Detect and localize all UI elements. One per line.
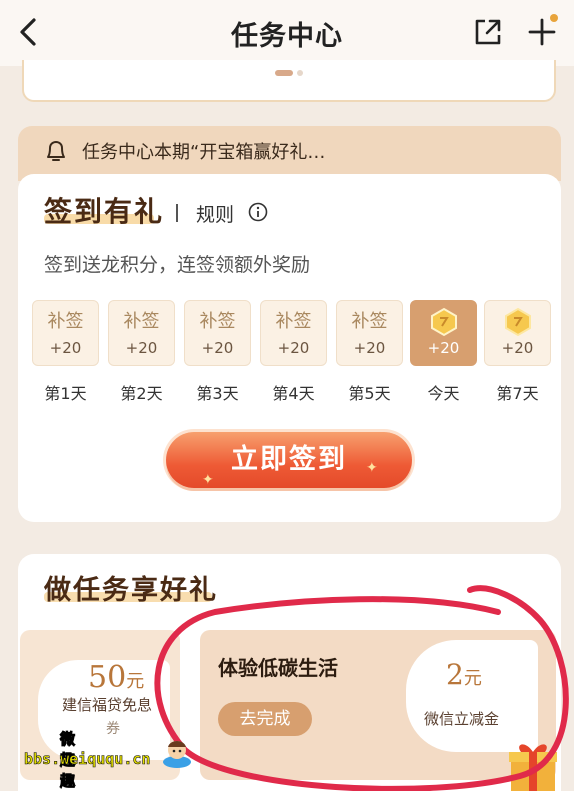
- day-points: +20: [125, 339, 158, 357]
- sign-in-subtitle: 签到送龙积分，连签领额外奖励: [44, 254, 311, 276]
- day-points: +20: [501, 339, 534, 357]
- task-item[interactable]: 体验低碳生活 去完成: [200, 630, 556, 780]
- makeup-label: 补签: [351, 311, 388, 332]
- title-divider: [176, 204, 178, 222]
- notice-text: 任务中心本期“开宝箱赢好礼…: [82, 142, 326, 163]
- day-tile[interactable]: 补签 +20: [184, 300, 251, 366]
- day-points: +20: [427, 339, 460, 357]
- sparkle-icon: ✦: [366, 460, 380, 476]
- carousel-dot: [297, 70, 303, 76]
- header-bar: 任务中心: [0, 0, 574, 66]
- sign-in-button-label: 立即签到: [231, 444, 347, 475]
- day-tile[interactable]: 补签 +20: [32, 300, 99, 366]
- day-name-today: 今天: [427, 384, 460, 403]
- day-tile-today[interactable]: +20: [410, 300, 477, 366]
- coin-icon: [431, 307, 457, 337]
- day-tile[interactable]: 补签 +20: [260, 300, 327, 366]
- day-name: 第7天: [496, 384, 539, 403]
- tasks-title: 做任务享好礼: [44, 575, 218, 606]
- go-complete-button[interactable]: 去完成: [218, 702, 312, 736]
- coupon-amount: 50元: [88, 660, 145, 695]
- day-name: 第5天: [348, 384, 391, 403]
- coupon-desc-2: 券: [106, 721, 120, 737]
- sign-in-button[interactable]: ✦ 立即签到 ✦: [166, 432, 412, 488]
- watermark-url: bbs.weiququ.cn: [24, 750, 151, 769]
- makeup-label: 补签: [199, 311, 236, 332]
- makeup-label: 补签: [47, 311, 84, 332]
- carousel-dot-active: [275, 70, 293, 76]
- day-tile[interactable]: 补签 +20: [108, 300, 175, 366]
- coupon-desc: 建信福贷免息: [62, 696, 153, 714]
- sign-in-title: 签到有礼: [44, 195, 165, 228]
- makeup-label: 补签: [123, 311, 160, 332]
- notification-dot: [550, 14, 558, 22]
- coupon-desc: 微信立减金: [424, 710, 500, 728]
- mascot-icon: [163, 741, 191, 768]
- gift-box-icon: [509, 744, 557, 791]
- day-name: 第4天: [272, 384, 315, 403]
- info-icon[interactable]: [248, 202, 268, 222]
- sign-in-card: 签到有礼 规则 签到送龙积分，连签领额外奖励 补签 +20 补签 +20 补签 …: [18, 174, 561, 522]
- coupon-amount: 2元: [446, 658, 482, 691]
- banner-card[interactable]: [22, 60, 556, 102]
- share-icon[interactable]: [472, 16, 504, 48]
- day-points: +20: [353, 339, 386, 357]
- task-title: 体验低碳生活: [218, 656, 338, 680]
- coin-icon: [505, 307, 531, 337]
- rules-link[interactable]: 规则: [196, 200, 234, 227]
- day-name: 第3天: [196, 384, 239, 403]
- day-points: +20: [201, 339, 234, 357]
- day-name: 第2天: [120, 384, 163, 403]
- day-tile[interactable]: 补签 +20: [336, 300, 403, 366]
- sparkle-icon: ✦: [202, 472, 216, 488]
- carousel-indicator: [275, 70, 303, 76]
- day-points: +20: [277, 339, 310, 357]
- bell-icon: [47, 141, 65, 161]
- day-tile[interactable]: +20: [484, 300, 551, 366]
- day-points: +20: [49, 339, 82, 357]
- makeup-label: 补签: [275, 311, 312, 332]
- notice-bar[interactable]: 任务中心本期“开宝箱赢好礼…: [18, 126, 561, 181]
- day-name: 第1天: [44, 384, 87, 403]
